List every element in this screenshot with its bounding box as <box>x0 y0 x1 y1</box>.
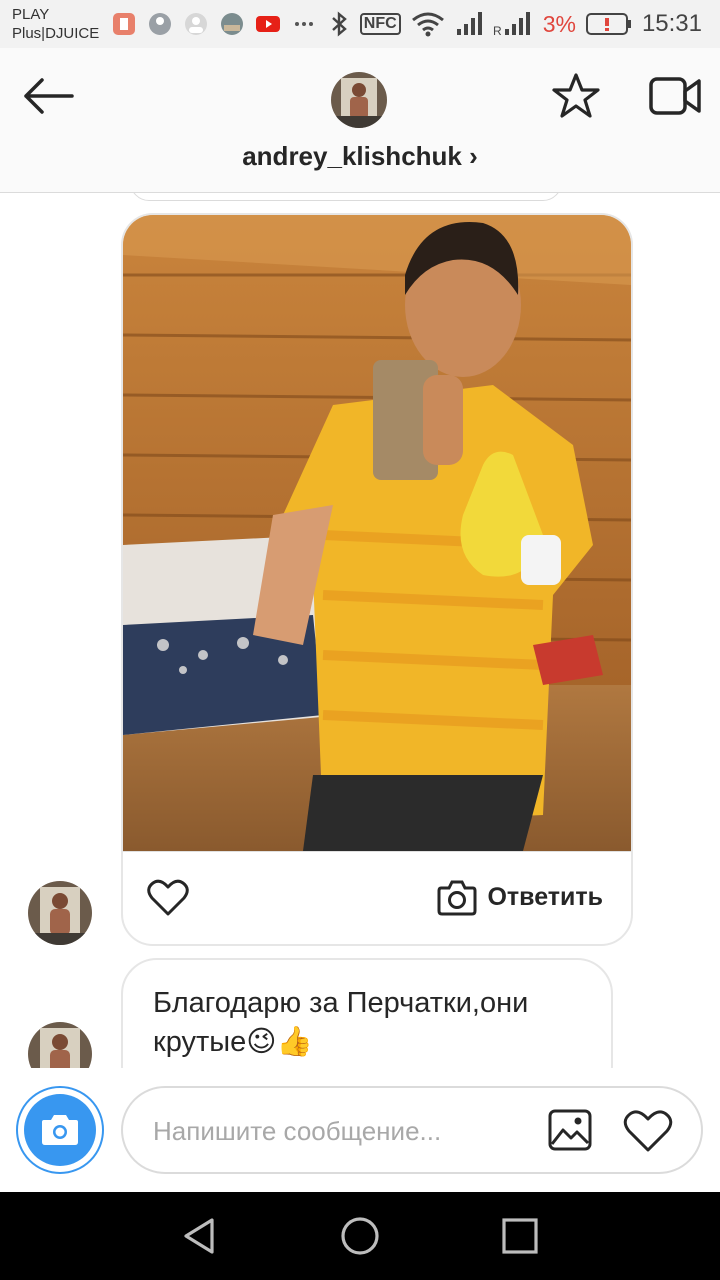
message-input-container <box>121 1086 703 1174</box>
battery-percent: 3% <box>542 10 576 37</box>
system-navigation-bar <box>0 1192 720 1280</box>
signal-r-icon: R <box>493 12 530 37</box>
avatar[interactable] <box>331 72 387 128</box>
sender-avatar[interactable] <box>28 1022 92 1068</box>
message-list[interactable]: Ответить Благодарю за Перчатки,они круты… <box>0 193 720 1068</box>
carrier-line-1: PLAY <box>12 6 50 23</box>
star-icon[interactable] <box>552 72 600 120</box>
message-composer <box>0 1068 720 1192</box>
nfc-icon: NFC <box>359 13 401 35</box>
reply-label: Ответить <box>487 882 603 911</box>
message-input[interactable] <box>151 1108 515 1154</box>
notification-profile-icon <box>185 13 207 35</box>
carrier-line-2: Plus|DJUICE <box>12 25 100 42</box>
heart-icon[interactable] <box>623 1108 673 1154</box>
sender-avatar[interactable] <box>28 881 92 945</box>
status-bar: PLAY Plus|DJUICE NFC R 3% 15:31 <box>0 0 720 48</box>
bluetooth-icon <box>331 11 347 37</box>
camera-icon <box>437 880 477 916</box>
camera-button[interactable] <box>16 1086 104 1174</box>
notification-avatar-icon <box>149 13 171 35</box>
username-link[interactable]: andrey_klishchuk › <box>0 141 720 172</box>
username: andrey_klishchuk <box>242 141 462 171</box>
status-right-group: NFC R 3% 15:31 <box>330 10 702 38</box>
text-message-bubble[interactable]: Благодарю за Перчатки,они крутые😉👍 <box>121 958 613 1068</box>
message-text: Благодарю за Перчатки,они крутые😉👍 <box>153 987 529 1058</box>
clock: 15:31 <box>641 10 702 37</box>
more-notifications-icon <box>295 22 313 26</box>
signal-icon <box>456 12 482 35</box>
gallery-icon[interactable] <box>547 1108 593 1152</box>
camera-icon <box>42 1115 78 1145</box>
nav-back-icon[interactable] <box>178 1214 222 1258</box>
reply-button[interactable]: Ответить <box>437 878 603 916</box>
heart-icon[interactable] <box>147 878 189 918</box>
carrier-label: PLAY Plus|DJUICE <box>12 5 99 43</box>
wifi-icon <box>411 12 444 37</box>
battery-low-icon <box>585 13 631 35</box>
nav-recents-icon[interactable] <box>498 1214 542 1258</box>
svg-text:R: R <box>493 24 502 37</box>
camera-button-fill <box>24 1094 96 1166</box>
notification-photo-icon <box>221 13 243 35</box>
video-call-icon[interactable] <box>648 74 702 118</box>
chevron-right-icon: › <box>469 141 478 171</box>
photo-message[interactable]: Ответить <box>121 213 633 946</box>
notification-app-icon <box>113 13 135 35</box>
photo-message-footer: Ответить <box>123 851 631 944</box>
nav-home-icon[interactable] <box>338 1214 382 1258</box>
previous-message-bubble[interactable] <box>130 193 562 201</box>
shared-photo[interactable] <box>123 215 631 851</box>
arrow-left-icon[interactable] <box>22 76 74 116</box>
youtube-icon <box>256 16 280 32</box>
chat-header: andrey_klishchuk › <box>0 48 720 193</box>
